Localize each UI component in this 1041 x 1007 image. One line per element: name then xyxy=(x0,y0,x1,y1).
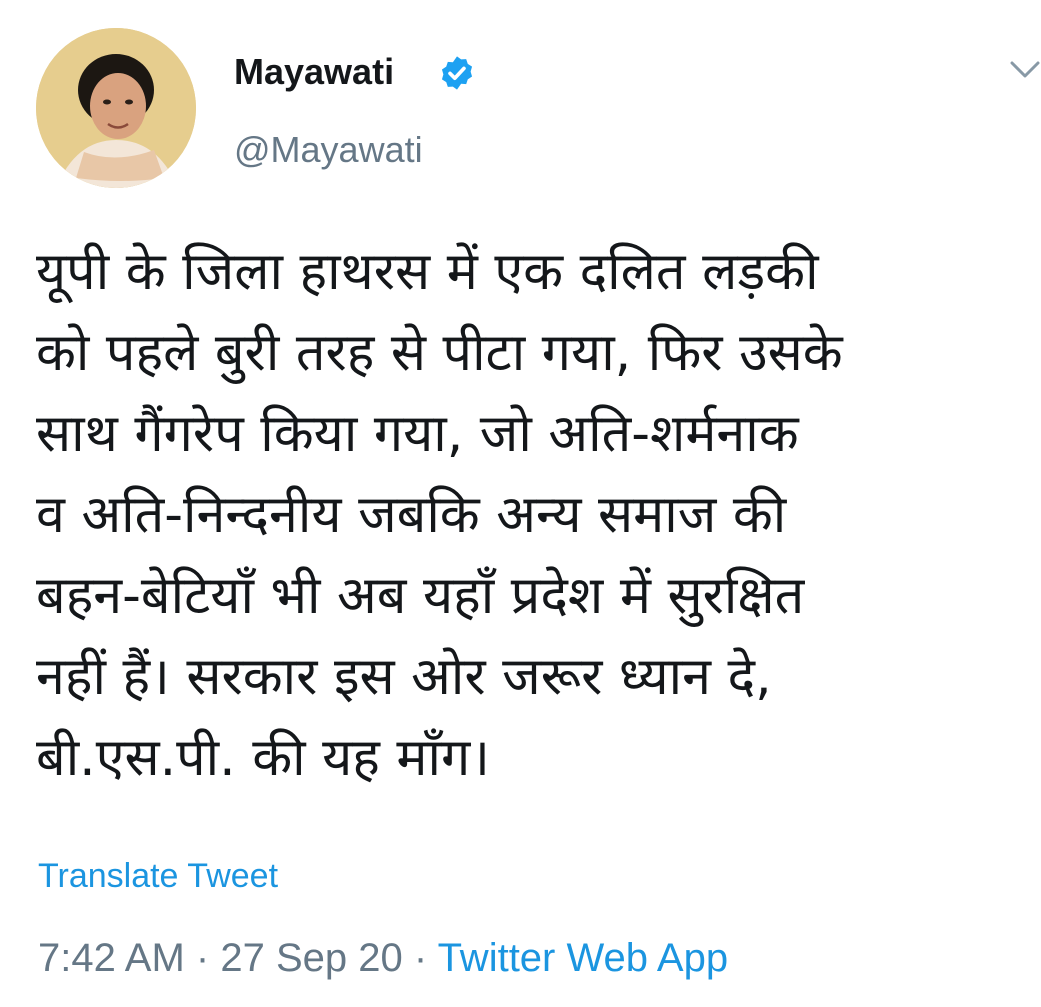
tweet-line: नहीं हैं। सरकार इस ओर जरूर ध्यान दे, xyxy=(36,647,772,707)
tweet-line: बी.एस.पी. की यह माँग। xyxy=(36,728,490,788)
tweet-line: को पहले बुरी तरह से पीटा गया, फिर उसके xyxy=(36,323,843,383)
tweet-metadata: 7:42 AM · 27 Sep 20 · Twitter Web App xyxy=(38,932,728,984)
tweet-time[interactable]: 7:42 AM xyxy=(38,936,185,980)
author-display-name[interactable]: Mayawati xyxy=(234,48,394,96)
tweet-source-link[interactable]: Twitter Web App xyxy=(438,936,729,980)
tweet-date[interactable]: 27 Sep 20 xyxy=(220,936,402,980)
meta-separator: · xyxy=(413,936,428,980)
verified-badge-icon xyxy=(438,54,476,92)
translate-tweet-link[interactable]: Translate Tweet xyxy=(38,854,278,898)
avatar[interactable] xyxy=(36,28,196,188)
tweet-line: साथ गैंगरेप किया गया, जो अति-शर्मनाक xyxy=(36,404,799,464)
tweet-text: यूपी के जिला हाथरस में एक दलित लड़की को … xyxy=(36,232,1031,799)
chevron-down-icon[interactable] xyxy=(1008,58,1041,82)
profile-photo xyxy=(36,28,196,188)
tweet-line: यूपी के जिला हाथरस में एक दलित लड़की xyxy=(36,242,819,302)
tweet-line: व अति-निन्दनीय जबकि अन्य समाज की xyxy=(36,485,787,545)
tweet-line: बहन-बेटियाँ भी अब यहाँ प्रदेश में सुरक्ष… xyxy=(36,566,805,626)
meta-separator: · xyxy=(195,936,210,980)
author-handle[interactable]: @Mayawati xyxy=(234,126,423,174)
